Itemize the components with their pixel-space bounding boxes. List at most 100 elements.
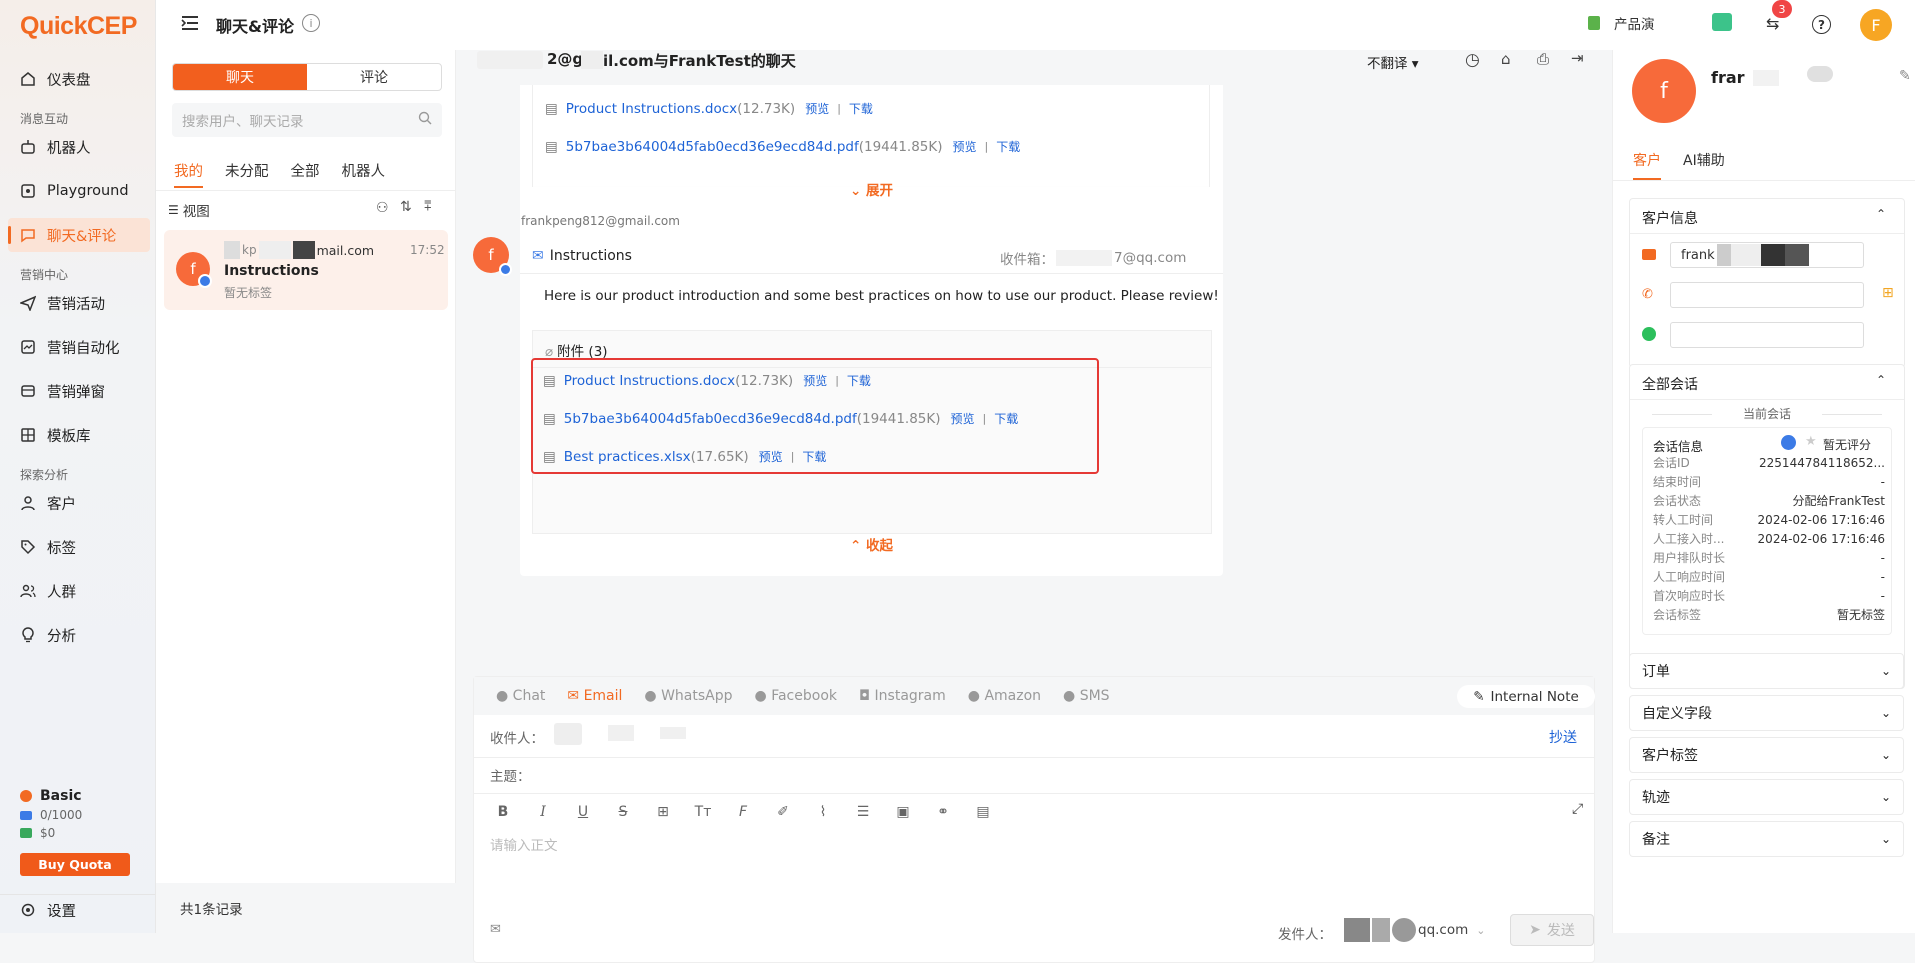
italic-icon[interactable]: I	[532, 801, 554, 823]
info-icon[interactable]: i	[302, 14, 320, 32]
download-link[interactable]: 下载	[849, 100, 873, 117]
tab-ai-assist[interactable]: AI辅助	[1683, 150, 1725, 180]
nav-item-analytics[interactable]: 分析	[8, 618, 150, 652]
user-avatar[interactable]: F	[1860, 9, 1892, 41]
image-icon[interactable]: ▣	[892, 801, 914, 823]
nav-item-popups[interactable]: 营销弹窗	[8, 374, 150, 408]
preview-link[interactable]: 预览	[953, 138, 977, 155]
to-field[interactable]	[554, 721, 774, 747]
channel-tab-sms[interactable]: ● SMS	[1063, 688, 1110, 704]
channel-tab-email[interactable]: ✉ Email	[567, 688, 622, 704]
highlight-icon[interactable]: ✐	[772, 801, 794, 823]
channel-tab-chat[interactable]: ● Chat	[496, 688, 545, 704]
help-icon[interactable]: ?	[1812, 15, 1831, 34]
body-editor[interactable]: 请输入正文	[490, 834, 1580, 894]
nav-item-campaigns[interactable]: 营销活动	[8, 286, 150, 320]
channel-tab-whatsapp[interactable]: ● WhatsApp	[644, 688, 732, 704]
customer-phone-field[interactable]	[1670, 282, 1864, 308]
menu-collapse-icon[interactable]	[180, 14, 200, 36]
attachment-name[interactable]: Best practices.xlsx	[564, 449, 691, 465]
link-icon[interactable]: ⚭	[932, 801, 954, 823]
collapse-toggle[interactable]: ⌃ 收起	[520, 534, 1223, 554]
fullscreen-icon[interactable]: ⤢	[1572, 801, 1583, 817]
add-field-icon[interactable]: ⊞	[1882, 285, 1894, 301]
buy-quota-button[interactable]: Buy Quota	[20, 853, 130, 876]
channel-tab-instagram[interactable]: ◘ Instagram	[859, 688, 946, 704]
font-size-icon[interactable]: Tт	[692, 801, 714, 823]
print-icon[interactable]: ⎙	[1537, 50, 1549, 68]
checkin-icon[interactable]	[1712, 13, 1732, 31]
nav-item-playground[interactable]: Playground	[8, 174, 150, 208]
attachment-name[interactable]: Product Instructions.docx	[566, 101, 737, 117]
nav-item-chat-comment[interactable]: 聊天&评论	[8, 218, 150, 252]
bold-icon[interactable]: B	[492, 801, 514, 823]
nav-item-robot[interactable]: 机器人	[8, 130, 150, 164]
list-icon[interactable]: ☰	[852, 801, 874, 823]
attachment-name[interactable]: 5b7bae3b64004d5fab0ecd36e9ecd84d.pdf	[566, 139, 859, 155]
tag-icon[interactable]: ⌂	[1501, 50, 1511, 68]
from-select[interactable]: qq.com ⌄	[1344, 917, 1494, 943]
send-button[interactable]: ➤ 发送	[1510, 914, 1594, 946]
assignee-filter-icon[interactable]: ⚇	[376, 200, 389, 216]
section-notes[interactable]: 备注 ⌄	[1629, 821, 1904, 857]
nav-item-customers[interactable]: 客户	[8, 486, 150, 520]
download-link[interactable]: 下载	[847, 372, 871, 389]
filter-tab-robot[interactable]: 机器人	[342, 160, 386, 188]
subject-field[interactable]	[544, 761, 1584, 787]
chevron-up-icon[interactable]: ⌃	[1876, 373, 1886, 387]
product-env-label[interactable]: 产品演	[1614, 13, 1655, 33]
underline-icon[interactable]: U	[572, 801, 594, 823]
sort-icon[interactable]: ⇅	[400, 199, 412, 215]
edit-icon[interactable]: ✎	[1899, 68, 1911, 84]
download-link[interactable]: 下载	[994, 410, 1018, 427]
preview-link[interactable]: 预览	[759, 448, 783, 465]
conversation-item[interactable]: f kp mail.com 17:52 Instructions 暂无标签	[164, 230, 448, 310]
expand-toggle[interactable]: ⌄ 展开	[520, 179, 1223, 199]
brush-icon[interactable]: ⌇	[812, 801, 834, 823]
attachment-icon[interactable]: ▤	[972, 801, 994, 823]
chevron-up-icon[interactable]: ⌃	[1876, 207, 1886, 221]
filter-tab-mine[interactable]: 我的	[174, 160, 203, 188]
attachment-size: (17.65K)	[690, 448, 749, 465]
filter-icon[interactable]: ⩱	[424, 199, 432, 214]
section-orders[interactable]: 订单 ⌄	[1629, 653, 1904, 689]
tab-comment[interactable]: 评论	[307, 64, 441, 90]
section-timeline[interactable]: 轨迹 ⌄	[1629, 779, 1904, 815]
table-icon[interactable]: ⊞	[652, 801, 674, 823]
channel-tab-facebook[interactable]: ● Facebook	[755, 688, 837, 704]
view-selector[interactable]: ☰ 视图	[168, 200, 210, 220]
search-box[interactable]: 搜索用户、聊天记录	[172, 103, 442, 137]
strikethrough-icon[interactable]: S	[612, 801, 634, 823]
preview-link[interactable]: 预览	[805, 100, 829, 117]
tab-chat[interactable]: 聊天	[173, 64, 307, 90]
font-family-icon[interactable]: F	[732, 801, 754, 823]
nav-item-segments[interactable]: 人群	[8, 574, 150, 608]
preview-link[interactable]: 预览	[951, 410, 975, 427]
filter-tab-unassigned[interactable]: 未分配	[225, 160, 269, 188]
filter-tab-all[interactable]: 全部	[291, 160, 320, 188]
section-customer-tags[interactable]: 客户标签 ⌄	[1629, 737, 1904, 773]
tab-customer[interactable]: 客户	[1633, 150, 1661, 180]
nav-item-tags[interactable]: 标签	[8, 530, 150, 564]
channel-tab-amazon[interactable]: ● Amazon	[968, 688, 1041, 704]
section-custom-fields[interactable]: 自定义字段 ⌄	[1629, 695, 1904, 731]
translate-dropdown[interactable]: 不翻译 ▾	[1367, 52, 1419, 72]
download-link[interactable]: 下载	[996, 138, 1020, 155]
attachment-name[interactable]: 5b7bae3b64004d5fab0ecd36e9ecd84d.pdf	[564, 411, 857, 427]
nav-item-automation[interactable]: 营销自动化	[8, 330, 150, 364]
preview-link[interactable]: 预览	[803, 372, 827, 389]
nav-item-dashboard[interactable]: 仪表盘	[8, 62, 150, 96]
quickcep-logo[interactable]: QuickCEP	[20, 12, 137, 41]
cc-button[interactable]: 抄送	[1549, 727, 1577, 747]
nav-item-templates[interactable]: 模板库	[8, 418, 150, 452]
internal-note-button[interactable]: ✎ Internal Note	[1457, 685, 1595, 708]
exit-icon[interactable]: ⇥	[1571, 49, 1584, 67]
message-body: Here is our product introduction and som…	[544, 288, 1219, 304]
history-icon[interactable]: ◷	[1465, 50, 1480, 70]
template-icon[interactable]: ✉	[490, 922, 501, 937]
customer-email-field[interactable]: frank	[1670, 242, 1864, 268]
nav-item-settings[interactable]: 设置	[8, 893, 150, 927]
download-link[interactable]: 下载	[802, 448, 826, 465]
customer-whatsapp-field[interactable]	[1670, 322, 1864, 348]
attachment-name[interactable]: Product Instructions.docx	[564, 373, 735, 389]
